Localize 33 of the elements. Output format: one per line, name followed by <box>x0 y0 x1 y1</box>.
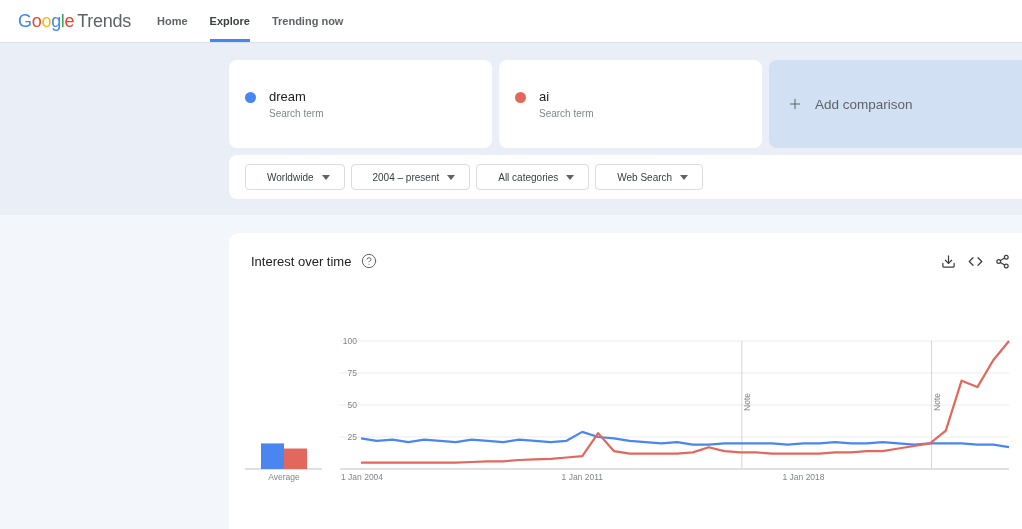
tick-label: 1 Jan 2018 <box>782 472 825 482</box>
tick-label: 50 <box>347 400 357 410</box>
download-icon[interactable] <box>941 253 956 269</box>
tick-label: 1 Jan 2011 <box>561 472 603 482</box>
term-caption: Search term <box>539 108 594 119</box>
tick-label: 75 <box>347 368 357 378</box>
search-term-card[interactable]: dream Search term <box>229 60 492 148</box>
caret-icon <box>680 174 689 180</box>
add-comparison-button[interactable]: Add comparison <box>769 60 1022 148</box>
tick-label: 100 <box>342 336 357 346</box>
filter-dropdown[interactable]: All categories <box>476 164 590 190</box>
tick-label: 1 Jan 2004 <box>341 472 384 482</box>
caret-icon <box>321 174 330 180</box>
caret-icon <box>566 174 575 180</box>
nav-tab[interactable]: Home <box>157 0 188 42</box>
card-title: Interest over time <box>251 253 352 269</box>
filter-dropdown[interactable]: 2004 – present <box>350 164 471 190</box>
filter-dropdown[interactable]: Worldwide <box>245 164 345 190</box>
term-caption: Search term <box>269 108 324 119</box>
caret-icon <box>447 174 456 180</box>
note-label: Note <box>931 393 942 411</box>
axis-label: Average <box>268 472 300 482</box>
nav-tab[interactable]: Trending now <box>271 0 344 42</box>
search-term: dream <box>269 89 307 104</box>
logo[interactable]: Google Trends <box>0 0 157 42</box>
tick-label: 25 <box>347 432 357 442</box>
note-label: Note <box>741 393 752 411</box>
help-icon[interactable] <box>361 253 378 269</box>
search-term: ai <box>539 89 551 104</box>
search-term-card[interactable]: ai Search term <box>499 60 762 148</box>
filter-dropdown[interactable]: Web Search <box>595 164 704 190</box>
plus-icon <box>787 96 803 112</box>
share-icon[interactable] <box>995 253 1010 269</box>
